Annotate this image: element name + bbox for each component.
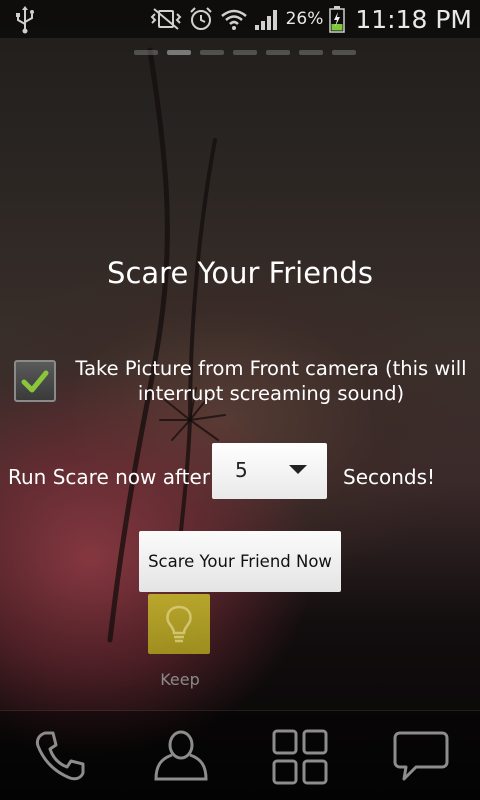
- scare-friend-button[interactable]: Scare Your Friend Now: [139, 531, 341, 592]
- widget-title: Scare Your Friends: [107, 256, 373, 290]
- wifi-icon: [220, 9, 247, 30]
- battery-percent: 26%: [285, 9, 324, 29]
- delay-select[interactable]: 5: [212, 443, 327, 499]
- mute-vibrate-icon: [150, 8, 181, 30]
- message-icon[interactable]: [392, 729, 450, 785]
- alarm-icon: [189, 7, 212, 30]
- page-dot: [134, 50, 158, 55]
- contacts-icon[interactable]: [152, 729, 210, 785]
- page-dot: [233, 50, 257, 55]
- battery-charging-icon: [329, 6, 346, 33]
- page-dot: [200, 50, 224, 55]
- page-dot: [299, 50, 323, 55]
- signal-icon: [254, 10, 277, 30]
- front-camera-label[interactable]: Take Picture from Front camera (this wil…: [66, 356, 476, 406]
- phone-icon[interactable]: [33, 729, 87, 783]
- page-dot-active: [167, 50, 191, 55]
- checkmark-icon: [21, 370, 49, 393]
- home-screen: 26% 11:18 PM Scare Your Friends Take Pic…: [0, 0, 480, 800]
- seconds-label: Seconds!: [343, 465, 436, 489]
- usb-icon: [16, 6, 34, 34]
- front-camera-checkbox[interactable]: [14, 360, 56, 402]
- page-dot: [332, 50, 356, 55]
- dropdown-arrow-icon: [289, 465, 307, 474]
- run-scare-label: Run Scare now after: [8, 465, 211, 489]
- home-page-indicator: [134, 50, 356, 55]
- delay-select-value: 5: [235, 458, 248, 482]
- status-bar: 26% 11:18 PM: [0, 0, 480, 38]
- lightbulb-icon: [166, 605, 192, 643]
- apps-grid-icon[interactable]: [272, 729, 328, 785]
- app-label: Keep: [160, 670, 200, 689]
- status-time: 11:18 PM: [355, 4, 472, 34]
- dock: [0, 711, 480, 800]
- app-shortcut-keep[interactable]: Keep: [148, 594, 212, 694]
- page-dot: [266, 50, 290, 55]
- keep-app-icon: [148, 594, 210, 654]
